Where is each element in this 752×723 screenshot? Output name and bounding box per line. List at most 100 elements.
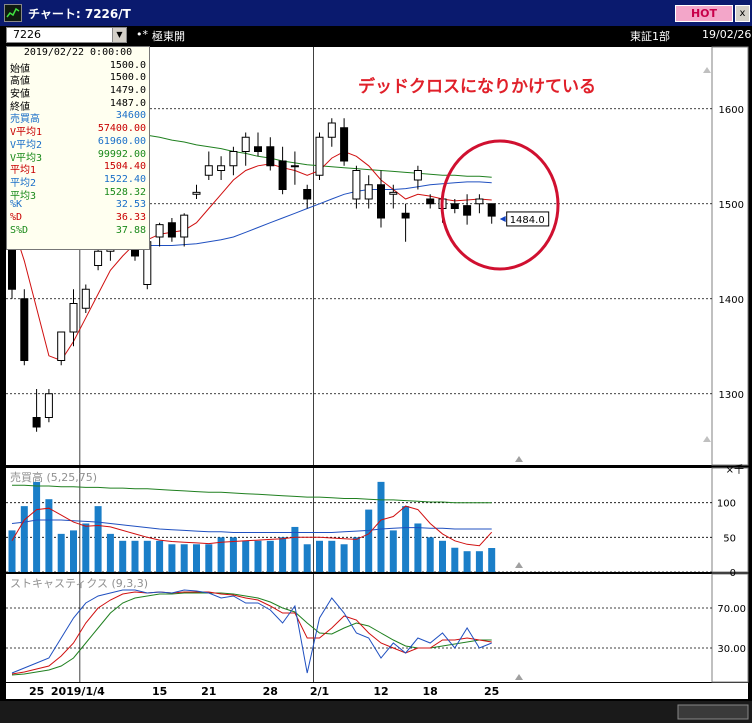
info-value: 99992.00 bbox=[97, 148, 146, 160]
market-label: 東証1部 bbox=[630, 30, 670, 43]
info-row: %D 36.33 bbox=[7, 212, 149, 225]
x-tick-label: 15 bbox=[152, 685, 167, 698]
info-label: S%D bbox=[10, 224, 29, 236]
candle-body bbox=[192, 191, 201, 195]
favorite-marker: •* bbox=[136, 28, 148, 41]
volume-bar bbox=[475, 551, 483, 572]
x-tick-label: 12 bbox=[373, 685, 388, 698]
x-tick-label: 18 bbox=[423, 685, 438, 698]
annotation-text: デッドクロスになりかけている bbox=[358, 76, 596, 97]
volume-bar bbox=[205, 544, 213, 572]
volume-bar bbox=[365, 509, 373, 572]
volume-bar bbox=[143, 540, 151, 572]
info-value: 57400.00 bbox=[97, 123, 146, 135]
volume-bar bbox=[414, 523, 422, 572]
candle-body bbox=[94, 250, 103, 266]
candle-body bbox=[20, 298, 29, 361]
stock-code-input[interactable]: 7226 bbox=[6, 27, 118, 43]
candle-body bbox=[377, 184, 385, 219]
candle-body bbox=[487, 203, 496, 217]
candle-body bbox=[463, 205, 472, 216]
stochastic-tick-label: 70.00 bbox=[717, 604, 746, 615]
volume-bar bbox=[254, 540, 262, 572]
volume-bar bbox=[106, 533, 114, 572]
candle-body bbox=[155, 224, 164, 238]
candle-body bbox=[57, 331, 66, 361]
x-tick-label: 25 bbox=[484, 685, 499, 698]
candle-body bbox=[204, 165, 213, 176]
candle-body bbox=[241, 136, 250, 152]
title-bar[interactable]: チャート: 7226/T HOT x bbox=[0, 0, 752, 26]
volume-bar bbox=[328, 540, 336, 572]
info-value: 37.88 bbox=[115, 224, 146, 236]
company-name: 極東開 bbox=[152, 30, 185, 43]
volume-bar bbox=[266, 540, 274, 572]
volume-bar bbox=[402, 506, 410, 572]
volume-bar bbox=[279, 537, 287, 572]
volume-tick-label: 0 bbox=[730, 568, 736, 579]
info-row: 平均1 1504.40 bbox=[7, 161, 149, 176]
candle-body bbox=[450, 203, 459, 209]
candle-body bbox=[69, 303, 78, 333]
info-row: 安値 1479.0 bbox=[7, 85, 149, 100]
candle-body bbox=[340, 127, 349, 162]
candle-body bbox=[278, 160, 287, 190]
hot-button[interactable]: HOT bbox=[675, 5, 733, 22]
candle-body bbox=[426, 198, 435, 205]
volume-bar bbox=[439, 540, 446, 572]
volume-title: 売買高 (5,25,75) bbox=[10, 470, 97, 484]
volume-bar bbox=[168, 544, 176, 572]
volume-bar bbox=[303, 544, 311, 572]
candle-body bbox=[290, 165, 299, 168]
info-row: V平均2 61960.00 bbox=[7, 136, 149, 151]
x-tick-label: 28 bbox=[263, 685, 278, 698]
x-tick-label: 2019/1/4 bbox=[51, 685, 105, 698]
unit-label: ×千 bbox=[726, 464, 744, 476]
info-panel: 2019/02/22 0:00:00 始値 1500.0 高値 1500.0 安値 147… bbox=[6, 46, 150, 250]
candle-body bbox=[315, 136, 324, 176]
volume-bar bbox=[451, 547, 459, 572]
volume-bar bbox=[242, 540, 250, 572]
info-row: 平均2 1522.40 bbox=[7, 174, 149, 189]
info-label: %K bbox=[10, 199, 23, 211]
candle-body bbox=[389, 191, 398, 195]
volume-bar bbox=[180, 544, 188, 572]
close-button[interactable]: x bbox=[735, 5, 750, 22]
info-value: 32.53 bbox=[115, 199, 146, 211]
volume-bar bbox=[389, 530, 397, 572]
stochastic-tick-label: 30.00 bbox=[717, 644, 746, 655]
x-tick-label: 21 bbox=[201, 685, 216, 698]
volume-bar bbox=[82, 523, 90, 572]
candle-body bbox=[303, 189, 312, 200]
volume-bar bbox=[193, 544, 200, 572]
volume-bar bbox=[119, 540, 127, 572]
scroll-thumb[interactable] bbox=[677, 704, 749, 720]
volume-bar bbox=[352, 537, 360, 572]
chevron-down-icon[interactable]: ▼ bbox=[112, 27, 127, 43]
window-title: チャート: 7226/T bbox=[28, 7, 131, 21]
volume-bar bbox=[156, 540, 164, 572]
info-row: 終値 1487.0 bbox=[7, 98, 149, 113]
info-row: 高値 1500.0 bbox=[7, 72, 149, 87]
info-value: 36.33 bbox=[115, 211, 146, 223]
volume-tick-label: 50 bbox=[723, 533, 736, 544]
info-label: %D bbox=[10, 211, 23, 223]
candle-body bbox=[254, 146, 262, 152]
candle-body bbox=[217, 165, 226, 171]
candle-body bbox=[229, 151, 238, 167]
info-row: 平均3 1528.32 bbox=[7, 186, 149, 202]
info-row: S%D 37.88 bbox=[7, 225, 149, 238]
info-value: 1504.40 bbox=[103, 161, 146, 173]
stochastic-panel bbox=[6, 574, 712, 682]
info-value: 1479.0 bbox=[109, 85, 146, 97]
candle-body bbox=[81, 288, 90, 309]
volume-bar bbox=[131, 540, 139, 572]
info-value: 34600 bbox=[115, 110, 146, 122]
price-tick-label: 1400 bbox=[719, 295, 744, 306]
info-value: 1528.32 bbox=[103, 186, 146, 198]
volume-panel-axis bbox=[711, 467, 749, 573]
volume-bar bbox=[94, 506, 102, 572]
stochastic-title: ストキャスティクス (9,3,3) bbox=[10, 577, 148, 590]
candle-body bbox=[413, 170, 422, 181]
volume-bar bbox=[488, 548, 496, 572]
